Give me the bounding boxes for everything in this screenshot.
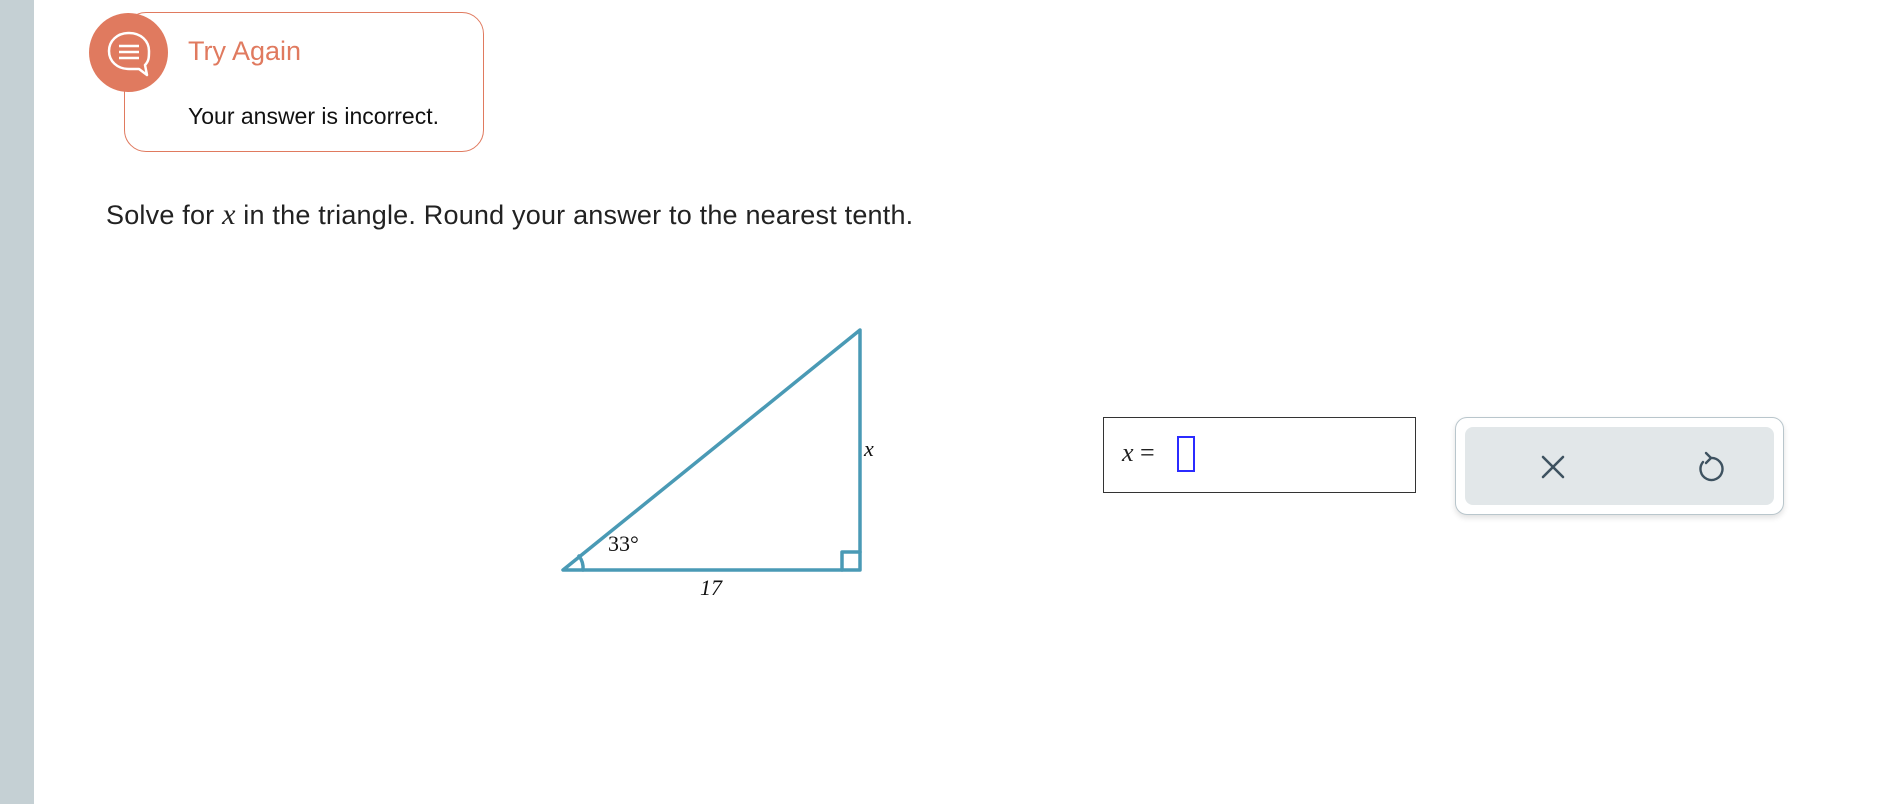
right-angle-marker [840,550,862,572]
close-icon [1541,455,1565,479]
question-suffix: in the triangle. Round your answer to th… [235,200,914,230]
answer-equation: x = [1122,438,1155,468]
chat-bubble-icon [89,13,168,92]
angle-label: 33° [608,531,639,556]
answer-equals: = [1140,438,1155,467]
undo-icon [1699,451,1724,482]
question-prefix: Solve for [106,200,223,230]
feedback-message: Your answer is incorrect. [188,103,439,129]
left-rail [0,0,34,804]
answer-variable: x [1122,438,1134,467]
triangle-figure: 33° 17 x [561,328,874,600]
side-label: x [863,436,874,461]
base-label: 17 [700,575,723,600]
tools-inner [1465,427,1774,505]
question-variable: x [222,198,236,231]
angle-arc [577,554,585,572]
question-text: Solve for x in the triangle. Round your … [106,198,913,232]
feedback-title: Try Again [188,36,302,66]
feedback-card [124,12,484,152]
undo-button[interactable] [1689,447,1729,487]
clear-button[interactable] [1533,447,1573,487]
tools-panel [1455,417,1784,515]
answer-input-box[interactable]: x = [1103,417,1416,493]
answer-input-field[interactable] [1177,436,1195,472]
